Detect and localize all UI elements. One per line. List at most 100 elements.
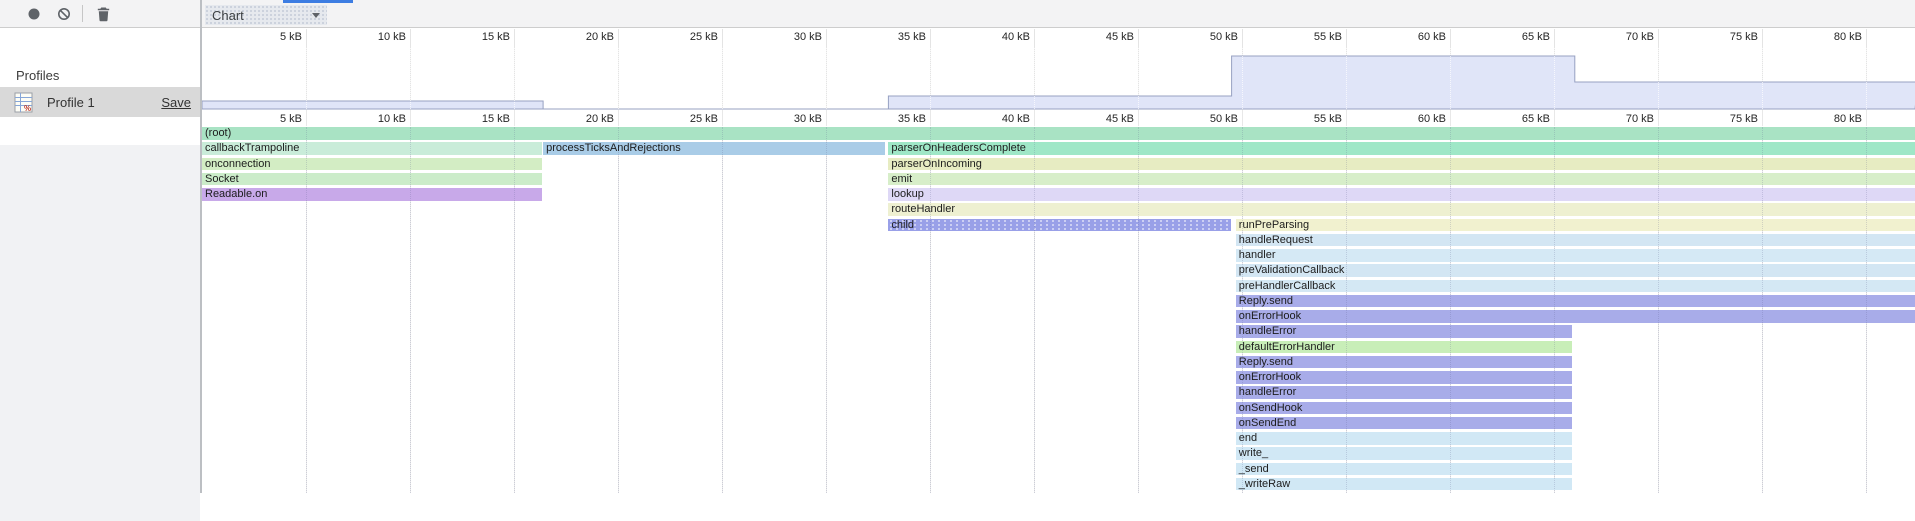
gridline bbox=[930, 48, 932, 109]
delete-profile-button[interactable] bbox=[94, 5, 112, 23]
flame-frame-label: Readable.on bbox=[205, 188, 267, 200]
ruler-tick-label: 15 kB bbox=[452, 113, 510, 125]
flame-frame[interactable]: onErrorHook bbox=[1236, 310, 1915, 323]
ruler-tick-label: 30 kB bbox=[764, 113, 822, 125]
sampling-profile-icon: % bbox=[14, 92, 33, 113]
flame-frame[interactable]: onErrorHook bbox=[1236, 371, 1572, 384]
gridline bbox=[722, 127, 724, 493]
flame-frame[interactable]: handleError bbox=[1236, 325, 1572, 338]
ruler-tick-label: 70 kB bbox=[1596, 31, 1654, 43]
profiles-sidebar: Profiles SAMPLING PROFILES % Profile 1 S… bbox=[0, 28, 200, 493]
flame-frame[interactable]: parserOnHeadersComplete bbox=[888, 142, 1915, 155]
flame-frame[interactable]: parserOnIncoming bbox=[888, 158, 1915, 171]
ruler-tick-label: 10 kB bbox=[348, 113, 406, 125]
flame-frame-label: preHandlerCallback bbox=[1239, 280, 1336, 292]
flame-frame[interactable]: lookup bbox=[888, 188, 1915, 201]
flame-frame[interactable]: preHandlerCallback bbox=[1236, 280, 1915, 293]
ruler-tick-label: 25 kB bbox=[660, 113, 718, 125]
chevron-down-icon bbox=[312, 13, 320, 18]
record-button[interactable] bbox=[25, 5, 43, 23]
flame-frame-label: child bbox=[891, 219, 914, 231]
flame-frame[interactable]: onSendHook bbox=[1236, 402, 1572, 415]
gridline bbox=[826, 48, 828, 109]
flame-frame[interactable]: handleRequest bbox=[1236, 234, 1915, 247]
ruler-tick-label: 60 kB bbox=[1388, 31, 1446, 43]
gridline bbox=[1658, 127, 1660, 493]
flame-frame[interactable]: child bbox=[888, 219, 1230, 232]
flame-frame[interactable]: emit bbox=[888, 173, 1915, 186]
flame-frame[interactable]: handleError bbox=[1236, 386, 1572, 399]
flame-frame[interactable]: _send bbox=[1236, 463, 1572, 476]
flame-frame[interactable]: end bbox=[1236, 432, 1572, 445]
ruler-tick-label: 40 kB bbox=[972, 113, 1030, 125]
flame-frame[interactable]: defaultErrorHandler bbox=[1236, 341, 1572, 354]
gridline bbox=[1034, 110, 1035, 126]
gridline bbox=[1450, 48, 1452, 109]
flame-frame-label: handleError bbox=[1239, 325, 1296, 337]
view-mode-value: Chart bbox=[212, 8, 244, 23]
ruler-tick-label: 70 kB bbox=[1596, 113, 1654, 125]
clear-button[interactable] bbox=[55, 5, 73, 23]
flame-frame[interactable]: onSendEnd bbox=[1236, 417, 1572, 430]
flame-frame-label: onErrorHook bbox=[1239, 310, 1301, 322]
gridline bbox=[1034, 48, 1036, 109]
flame-frame[interactable]: onconnection bbox=[202, 158, 542, 171]
gridline bbox=[514, 127, 516, 493]
flame-frame[interactable]: processTicksAndRejections bbox=[543, 142, 885, 155]
gridline bbox=[1554, 110, 1555, 126]
gridline bbox=[1866, 48, 1868, 109]
gridline bbox=[618, 110, 619, 126]
active-tab-indicator bbox=[283, 0, 353, 3]
flame-frame[interactable]: Reply.send bbox=[1236, 295, 1915, 308]
gridline bbox=[1554, 127, 1556, 493]
flame-frame[interactable]: preValidationCallback bbox=[1236, 264, 1915, 277]
ruler-tick-label: 65 kB bbox=[1492, 31, 1550, 43]
flame-frame-label: preValidationCallback bbox=[1239, 264, 1345, 276]
flame-frame-label: parserOnIncoming bbox=[891, 158, 982, 170]
ruler-tick-label: 45 kB bbox=[1076, 113, 1134, 125]
gridline bbox=[1866, 110, 1867, 126]
sidebar-heading: Profiles bbox=[16, 68, 59, 83]
gridline bbox=[306, 110, 307, 126]
ruler-tick-label: 20 kB bbox=[556, 113, 614, 125]
flame-frame-label: handler bbox=[1239, 249, 1276, 261]
ruler-tick-label: 5 kB bbox=[244, 31, 302, 43]
gridline bbox=[1866, 127, 1868, 493]
gridline bbox=[618, 48, 620, 109]
flame-frame[interactable]: callbackTrampoline bbox=[202, 142, 542, 155]
flame-frame[interactable]: _writeRaw bbox=[1236, 478, 1572, 491]
flame-frame[interactable]: Reply.send bbox=[1236, 356, 1572, 369]
save-profile-link[interactable]: Save bbox=[161, 95, 191, 110]
gridline bbox=[1034, 127, 1036, 493]
ruler-tick-label: 45 kB bbox=[1076, 31, 1134, 43]
gridline bbox=[306, 127, 308, 493]
ruler-tick-label: 15 kB bbox=[452, 31, 510, 43]
gridline bbox=[722, 110, 723, 126]
flame-frame[interactable]: routeHandler bbox=[888, 203, 1915, 216]
flame-frame[interactable]: Readable.on bbox=[202, 188, 542, 201]
ruler-tick-label: 55 kB bbox=[1284, 113, 1342, 125]
ruler-tick-label: 55 kB bbox=[1284, 31, 1342, 43]
profiler-toolbar: Chart bbox=[0, 0, 1915, 28]
ruler-tick-label: 30 kB bbox=[764, 31, 822, 43]
ruler-tick-label: 10 kB bbox=[348, 31, 406, 43]
sidebar-item-profile-1[interactable]: % Profile 1 Save bbox=[0, 87, 200, 117]
trash-icon bbox=[96, 6, 111, 22]
flame-frame[interactable]: Socket bbox=[202, 173, 542, 186]
flame-frame-label: defaultErrorHandler bbox=[1239, 341, 1335, 353]
ruler-tick-label: 40 kB bbox=[972, 31, 1030, 43]
ruler-tick-label: 75 kB bbox=[1700, 113, 1758, 125]
toolbar-divider bbox=[82, 5, 83, 22]
gridline bbox=[514, 110, 515, 126]
flame-frame-label: Reply.send bbox=[1239, 295, 1293, 307]
gridline bbox=[930, 110, 931, 126]
flame-frame[interactable]: runPreParsing bbox=[1236, 219, 1915, 232]
gridline bbox=[410, 110, 411, 126]
flame-frame[interactable]: write_ bbox=[1236, 447, 1572, 460]
view-mode-select[interactable]: Chart bbox=[205, 5, 327, 25]
gridline bbox=[306, 48, 308, 109]
ruler-tick-label: 80 kB bbox=[1804, 31, 1862, 43]
flame-frame-label: Reply.send bbox=[1239, 356, 1293, 368]
flame-frame[interactable]: handler bbox=[1236, 249, 1915, 262]
gridline bbox=[1450, 110, 1451, 126]
